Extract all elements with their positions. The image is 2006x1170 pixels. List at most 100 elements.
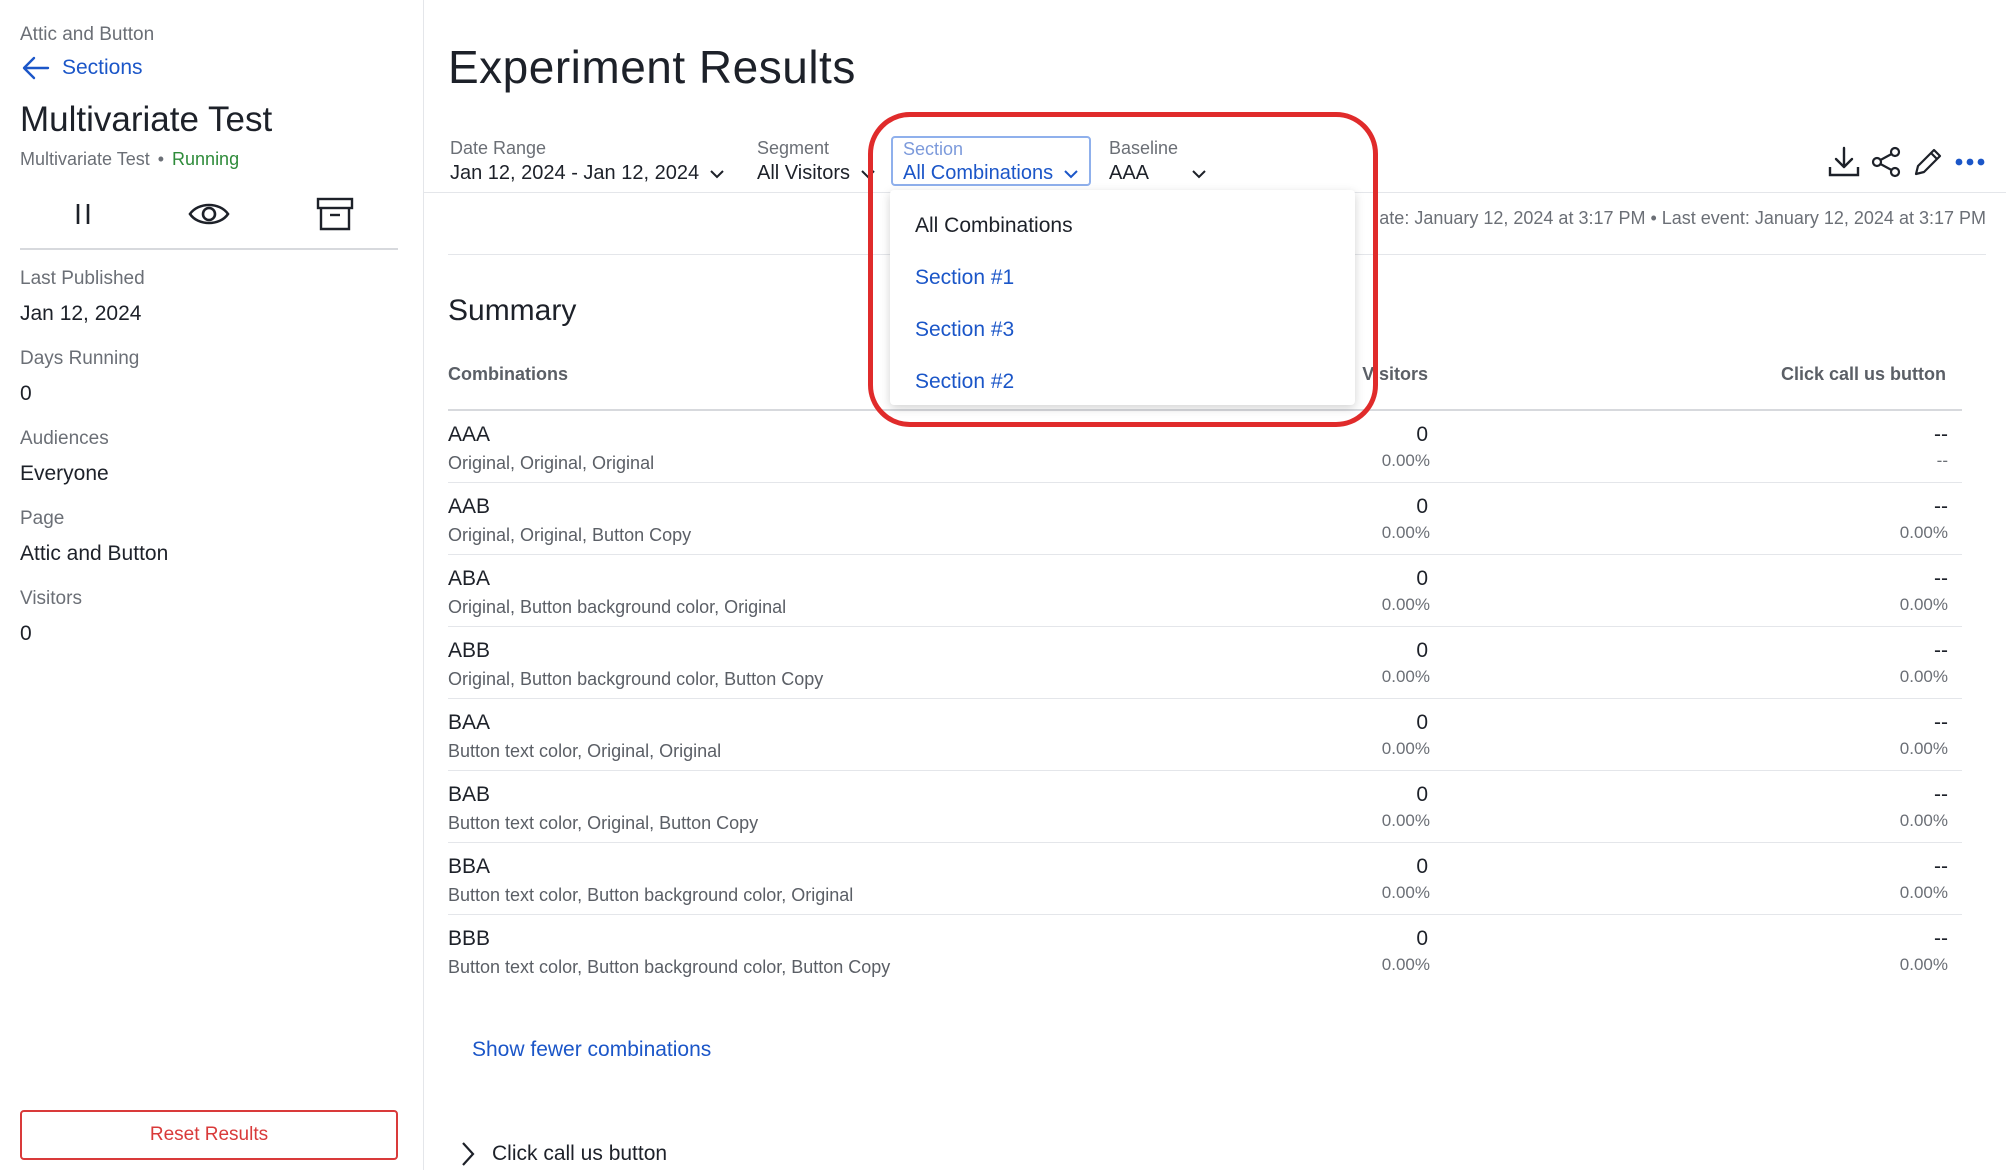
click-call-us-value: -- xyxy=(1934,567,1948,590)
arrow-left-icon xyxy=(22,56,50,80)
click-call-us-value: -- xyxy=(1934,639,1948,662)
back-to-sections-link[interactable]: Sections xyxy=(20,52,143,84)
meta-value-page: Attic and Button xyxy=(20,542,169,565)
visitors-count: 0 xyxy=(1416,639,1428,662)
visitors-count: 0 xyxy=(1416,711,1428,734)
date-range-filter[interactable]: Date Range Jan 12, 2024 - Jan 12, 2024 xyxy=(450,138,725,185)
pause-icon xyxy=(76,204,90,224)
combination-description: Button text color, Original, Original xyxy=(448,741,722,761)
combination-name: AAA xyxy=(448,423,491,446)
summary-title: Summary xyxy=(448,294,577,327)
combination-name: AAB xyxy=(448,495,491,518)
experiment-actions xyxy=(20,180,398,250)
click-call-us-percent: 0.00% xyxy=(1899,667,1948,686)
page-title: Experiment Results xyxy=(448,41,856,93)
combination-description: Original, Original, Original xyxy=(448,453,655,473)
metric-section-toggle[interactable]: Click call us button xyxy=(460,1140,667,1168)
visitors-percent: 0.00% xyxy=(1381,739,1430,758)
visitors-percent: 0.00% xyxy=(1381,811,1430,830)
combination-description: Button text color, Button background col… xyxy=(448,957,891,977)
dropdown-option-all-combinations[interactable]: All Combinations xyxy=(890,200,1355,252)
table-row: ABA Original, Button background color, Or… xyxy=(448,555,1962,627)
eye-icon xyxy=(188,203,230,225)
col-visitors: Visitors xyxy=(1362,364,1428,384)
table-row: AAA Original, Original, Original 0 0.00% -- -… xyxy=(448,411,1962,483)
dropdown-option-section-3[interactable]: Section #3 xyxy=(890,304,1355,356)
segment-filter[interactable]: Segment All Visitors xyxy=(757,138,876,185)
combination-description: Button text color, Button background col… xyxy=(448,885,854,905)
status-badge: Running xyxy=(172,149,240,169)
click-call-us-value: -- xyxy=(1934,711,1948,734)
meta-label-last-published: Last Published xyxy=(20,268,145,289)
table-row: AAB Original, Original, Button Copy 0 0.00%… xyxy=(448,483,1962,555)
show-fewer-combinations-link[interactable]: Show fewer combinations xyxy=(472,1038,711,1062)
dropdown-option-section-2[interactable]: Section #2 xyxy=(890,356,1355,408)
meta-value-audiences: Everyone xyxy=(20,462,109,485)
visitors-percent: 0.00% xyxy=(1381,883,1430,902)
share-button[interactable] xyxy=(1868,142,1904,182)
meta-value-last-published: Jan 12, 2024 xyxy=(20,302,142,325)
section-filter[interactable]: Section All Combinations xyxy=(891,136,1092,186)
archive-button[interactable] xyxy=(311,190,359,238)
click-call-us-value: -- xyxy=(1934,783,1948,806)
click-call-us-percent: 0.00% xyxy=(1899,523,1948,542)
table-row: BBA Button text color, Button background … xyxy=(448,843,1962,915)
sidebar: Attic and Button Sections Multivariate T… xyxy=(0,0,424,1170)
visitors-percent: 0.00% xyxy=(1381,523,1430,542)
table-body: AAA Original, Original, Original 0 0.00% -- -… xyxy=(448,411,1962,987)
share-icon xyxy=(1871,146,1901,178)
segment-label: Segment xyxy=(757,138,830,158)
last-update-info: ate: January 12, 2024 at 3:17 PM • Last … xyxy=(1379,208,1986,228)
download-icon xyxy=(1828,146,1860,177)
visitors-count: 0 xyxy=(1416,783,1428,806)
visitors-count: 0 xyxy=(1416,567,1428,590)
table-row: BAB Button text color, Original, Button C… xyxy=(448,771,1962,843)
dropdown-option-section-1[interactable]: Section #1 xyxy=(890,252,1355,304)
click-call-us-percent: 0.00% xyxy=(1899,811,1948,830)
click-call-us-percent: 0.00% xyxy=(1899,955,1948,974)
combination-name: BAA xyxy=(448,711,491,734)
visitors-count: 0 xyxy=(1416,423,1428,446)
chevron-down-icon xyxy=(1192,169,1206,178)
click-call-us-value: -- xyxy=(1934,423,1948,446)
pause-button[interactable] xyxy=(59,190,107,238)
date-range-label: Date Range xyxy=(450,138,547,158)
experiment-type: Multivariate Test xyxy=(20,149,150,169)
click-call-us-value: -- xyxy=(1934,855,1948,878)
experiment-subtitle: Multivariate Test • Running xyxy=(20,149,239,170)
visitors-percent: 0.00% xyxy=(1381,595,1430,614)
reset-results-button[interactable]: Reset Results xyxy=(20,1110,398,1160)
click-call-us-percent: 0.00% xyxy=(1899,595,1948,614)
visitors-percent: 0.00% xyxy=(1381,451,1430,470)
visitors-count: 0 xyxy=(1416,927,1428,950)
segment-value: All Visitors xyxy=(757,162,850,184)
section-label: Section xyxy=(903,139,964,159)
chevron-right-icon xyxy=(462,1142,475,1166)
click-call-us-percent: 0.00% xyxy=(1899,883,1948,902)
more-options-button[interactable] xyxy=(1952,142,1988,182)
back-link-label: Sections xyxy=(62,56,143,79)
combination-name: ABB xyxy=(448,639,491,662)
experiment-title: Multivariate Test xyxy=(20,100,273,139)
edit-button[interactable] xyxy=(1910,142,1946,182)
meta-value-days-running: 0 xyxy=(20,382,32,405)
combination-name: BBA xyxy=(448,855,491,878)
preview-button[interactable] xyxy=(185,190,233,238)
table-row: ABB Original, Button background color, Bu… xyxy=(448,627,1962,699)
click-call-us-percent: 0.00% xyxy=(1899,739,1948,758)
edit-icon xyxy=(1914,148,1942,176)
baseline-filter[interactable]: Baseline AAA xyxy=(1109,138,1207,185)
visitors-percent: 0.00% xyxy=(1381,667,1430,686)
combinations-table: Combinations Visitors Click call us butt… xyxy=(448,356,1962,987)
meta-label-page: Page xyxy=(20,508,65,529)
meta-value-visitors: 0 xyxy=(20,622,32,645)
date-range-value: Jan 12, 2024 - Jan 12, 2024 xyxy=(450,162,700,184)
download-button[interactable] xyxy=(1826,142,1862,182)
combination-name: BAB xyxy=(448,783,491,806)
chevron-down-icon xyxy=(710,169,724,178)
section-dropdown-menu: All Combinations Section #1 Section #3 S… xyxy=(890,190,1355,405)
chevron-down-icon xyxy=(861,169,875,178)
combination-description: Button text color, Original, Button Copy xyxy=(448,813,759,833)
click-call-us-value: -- xyxy=(1934,495,1948,518)
visitors-count: 0 xyxy=(1416,495,1428,518)
